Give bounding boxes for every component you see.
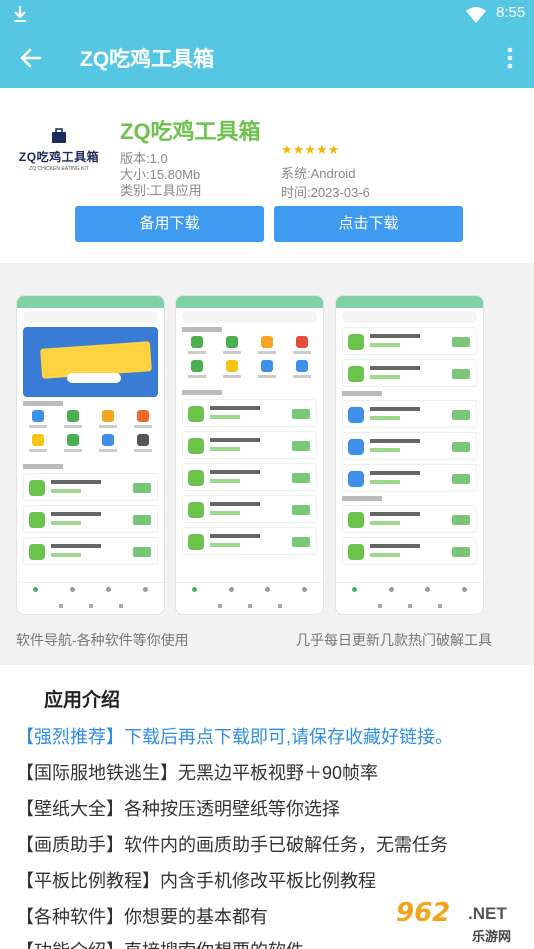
screenshot-2[interactable] (175, 295, 324, 615)
app-bar: ZQ吃鸡工具箱 (0, 30, 534, 88)
description-title: 应用介绍 (44, 690, 121, 711)
page-title: ZQ吃鸡工具箱 (80, 48, 215, 71)
wifi-icon (466, 7, 486, 23)
screenshot-gallery[interactable]: 软件导航-各种软件等你使用 几乎每日更新几款热门破解工具 (0, 263, 534, 665)
description-line: 【强烈推荐】下载后再点下载即可,请保存收藏好链接。 (16, 727, 453, 747)
more-vertical-icon[interactable] (500, 45, 520, 71)
description-line: 【国际服地铁逃生】无黑边平板视野＋90帧率 (16, 763, 379, 783)
screenshot-caption-right: 几乎每日更新几款热门破解工具 (296, 632, 492, 648)
description-line: 【功能介绍】直接搜索你想要的软件 (16, 937, 304, 949)
banner-image (23, 327, 158, 397)
download-button[interactable]: 点击下载 (274, 206, 463, 242)
screenshot-1[interactable] (16, 295, 165, 615)
app-name: ZQ吃鸡工具箱 (120, 119, 261, 144)
app-system: 系统:Android (281, 166, 356, 181)
watermark-site-name: 乐游网 (472, 929, 512, 944)
status-time: 8:55 (496, 4, 526, 21)
description-line: 【画质助手】软件内的画质助手已破解任务，无需任务 (16, 835, 448, 855)
app-info-card: ZQ吃鸡工具箱 ZQ CHICKEN EATING KIT ZQ吃鸡工具箱 版本… (0, 88, 534, 263)
shopping-bag-icon (52, 128, 66, 143)
app-logo: ZQ吃鸡工具箱 ZQ CHICKEN EATING KIT (18, 124, 100, 184)
back-arrow-icon[interactable] (18, 45, 44, 71)
description-line: 【平板比例教程】内含手机修改平板比例教程 (16, 871, 376, 891)
star-icon: ★★★★★ (281, 143, 340, 158)
logo-subtitle: ZQ CHICKEN EATING KIT (29, 166, 89, 172)
download-icon (14, 6, 26, 22)
description-line: 【壁纸大全】各种按压透明壁纸等你选择 (16, 799, 340, 819)
screenshot-3[interactable] (335, 295, 484, 615)
watermark-logo: 962 .NET 乐游网 (396, 898, 530, 946)
logo-text: ZQ吃鸡工具箱 (18, 150, 100, 164)
backup-download-button[interactable]: 备用下载 (75, 206, 264, 242)
app-time: 时间:2023-03-6 (281, 185, 370, 200)
watermark-net: .NET (468, 904, 507, 923)
app-category: 类别:工具应用 (120, 183, 202, 198)
description-line: 【各种软件】你想要的基本都有 (16, 907, 268, 927)
status-bar: 8:55 (0, 0, 534, 30)
watermark-number: 962 (396, 898, 451, 928)
screenshot-caption-left: 软件导航-各种软件等你使用 (16, 632, 189, 648)
